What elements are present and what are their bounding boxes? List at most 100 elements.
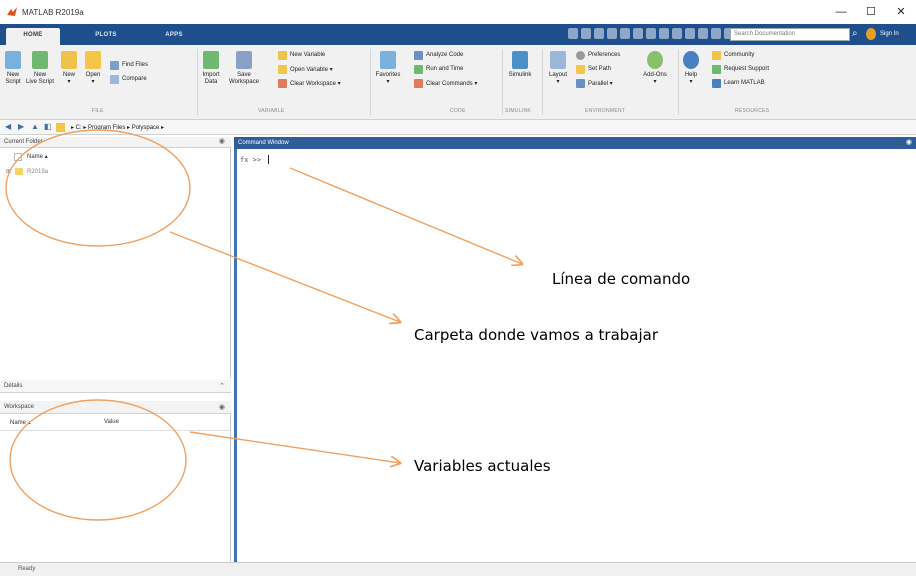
save-workspace-icon: [236, 51, 252, 69]
compare-icon: [110, 74, 119, 84]
cut-icon[interactable]: [581, 28, 591, 39]
tab-apps[interactable]: APPS: [156, 28, 192, 45]
search-icon[interactable]: ⌕: [852, 27, 864, 41]
panel-actions-icon[interactable]: ◉: [219, 137, 225, 147]
find-files-button[interactable]: Find Files: [110, 60, 148, 70]
details-header[interactable]: Details ⌃: [0, 380, 231, 393]
search-documentation-input[interactable]: Search Documentation: [730, 28, 850, 41]
new-plus-icon: [61, 51, 77, 69]
text-cursor: [268, 155, 269, 164]
preferences-icon[interactable]: [672, 28, 682, 39]
clear-workspace-button[interactable]: Clear Workspace ▾: [278, 78, 341, 88]
analyze-code-icon: [414, 50, 423, 60]
browse-folder-icon[interactable]: ◧: [44, 123, 52, 131]
new-live-script-button[interactable]: New Live Script: [24, 51, 56, 86]
help-icon[interactable]: [659, 28, 669, 39]
favorites-icon: [380, 51, 396, 69]
workspace-header: Workspace ◉: [0, 401, 231, 414]
open-button[interactable]: Open ▾: [82, 51, 104, 86]
maximize-button[interactable]: ☐: [856, 0, 886, 24]
gear-icon: [576, 50, 585, 60]
panel-actions-icon[interactable]: ◉: [219, 401, 225, 414]
status-text: Ready: [18, 566, 36, 572]
new-script-icon: [5, 51, 21, 69]
file-checkbox-icon[interactable]: [14, 153, 22, 161]
redo-icon[interactable]: [633, 28, 643, 39]
simulink-button[interactable]: Simulink: [504, 51, 536, 79]
set-path-button[interactable]: Set Path: [576, 64, 611, 74]
import-data-button[interactable]: Import Data: [200, 51, 222, 86]
ribbon-home: New Script New Live Script New ▾ Open ▾ …: [0, 45, 916, 120]
folder-name: R2019a: [27, 168, 49, 175]
tab-home[interactable]: HOME: [6, 28, 60, 45]
user-icon[interactable]: [866, 28, 876, 40]
current-folder-path[interactable]: ▸ C: ▸ Program Files ▸ Polyspace ▸: [71, 124, 164, 131]
run-and-time-button[interactable]: Run and Time: [414, 64, 463, 74]
undo-icon[interactable]: [620, 28, 630, 39]
resources-group-label: RESOURCES: [735, 108, 770, 114]
value-column-header[interactable]: Value: [104, 419, 119, 425]
layout-button[interactable]: Layout ▾: [546, 51, 570, 86]
clear-workspace-icon: [278, 78, 287, 88]
preferences-button[interactable]: Preferences: [576, 50, 620, 60]
quick-access-toolbar: [568, 28, 734, 39]
up-folder-icon[interactable]: ▲: [31, 123, 39, 131]
parallel-button[interactable]: Parallel ▾: [576, 78, 613, 88]
favorites-button[interactable]: Favorites ▾: [372, 51, 404, 86]
tab-plots[interactable]: PLOTS: [86, 28, 126, 45]
add-ons-icon: [647, 51, 663, 69]
settings-icon[interactable]: [698, 28, 708, 39]
code-group-label: CODE: [450, 108, 466, 114]
command-window-header: Command Window ◉: [234, 137, 916, 149]
command-window[interactable]: [234, 149, 916, 562]
close-button[interactable]: ✕: [886, 0, 916, 24]
new-live-script-icon: [32, 51, 48, 69]
clear-commands-button[interactable]: Clear Commands ▾: [414, 78, 477, 88]
copy-icon[interactable]: [594, 28, 604, 39]
new-script-button[interactable]: New Script: [2, 51, 24, 86]
annotation-command-line: Línea de comando: [552, 270, 691, 288]
expand-icon[interactable]: ⊞: [6, 168, 11, 175]
community-button[interactable]: Community: [712, 50, 754, 60]
name-column-header[interactable]: Name ▴: [27, 153, 48, 160]
folder-icon: [15, 168, 24, 175]
save-icon[interactable]: [568, 28, 578, 39]
minimize-button[interactable]: —: [826, 0, 856, 24]
find-files-icon: [110, 60, 119, 70]
sign-in-link[interactable]: Sign In: [880, 28, 899, 41]
details-title: Details: [4, 383, 23, 389]
current-folder-header: Current Folder ◉: [0, 137, 231, 148]
docs-icon[interactable]: [685, 28, 695, 39]
panel-actions-icon[interactable]: ◉: [906, 137, 912, 149]
simulink-icon: [512, 51, 528, 69]
layout-icon: [550, 51, 566, 69]
help-button[interactable]: Help ▾: [680, 51, 702, 86]
analyze-code-button[interactable]: Analyze Code: [414, 50, 463, 60]
add-ons-button[interactable]: Add-Ons ▾: [640, 51, 670, 86]
collapse-icon[interactable]: ⌃: [219, 380, 225, 393]
request-support-button[interactable]: Request Support: [712, 64, 769, 74]
command-window-title: Command Window: [238, 140, 289, 146]
environment-group-label: ENVIRONMENT: [585, 108, 626, 114]
save-workspace-button[interactable]: Save Workspace: [228, 51, 260, 86]
parallel-icon: [576, 78, 585, 88]
status-bar: Ready: [0, 562, 916, 576]
switch-windows-icon[interactable]: [646, 28, 656, 39]
compare-button[interactable]: Compare: [110, 74, 147, 84]
new-button[interactable]: New ▾: [58, 51, 80, 86]
new-variable-button[interactable]: New Variable: [278, 50, 325, 60]
window-title: MATLAB R2019a: [22, 7, 84, 17]
clear-commands-icon: [414, 78, 423, 88]
folder-list-item[interactable]: ⊞ R2019a: [6, 168, 48, 175]
new-variable-icon: [278, 50, 287, 60]
learn-matlab-button[interactable]: Learn MATLAB: [712, 78, 765, 88]
name-column-header[interactable]: Name ▴: [10, 419, 31, 426]
open-variable-button[interactable]: Open Variable ▾: [278, 64, 333, 74]
help-circle-icon[interactable]: [711, 28, 721, 39]
matlab-logo-icon: [7, 7, 17, 16]
help-icon: [683, 51, 699, 69]
ribbon-separator: [370, 49, 371, 115]
back-icon[interactable]: ◀: [5, 123, 13, 131]
paste-icon[interactable]: [607, 28, 617, 39]
forward-icon[interactable]: ▶: [18, 123, 26, 131]
